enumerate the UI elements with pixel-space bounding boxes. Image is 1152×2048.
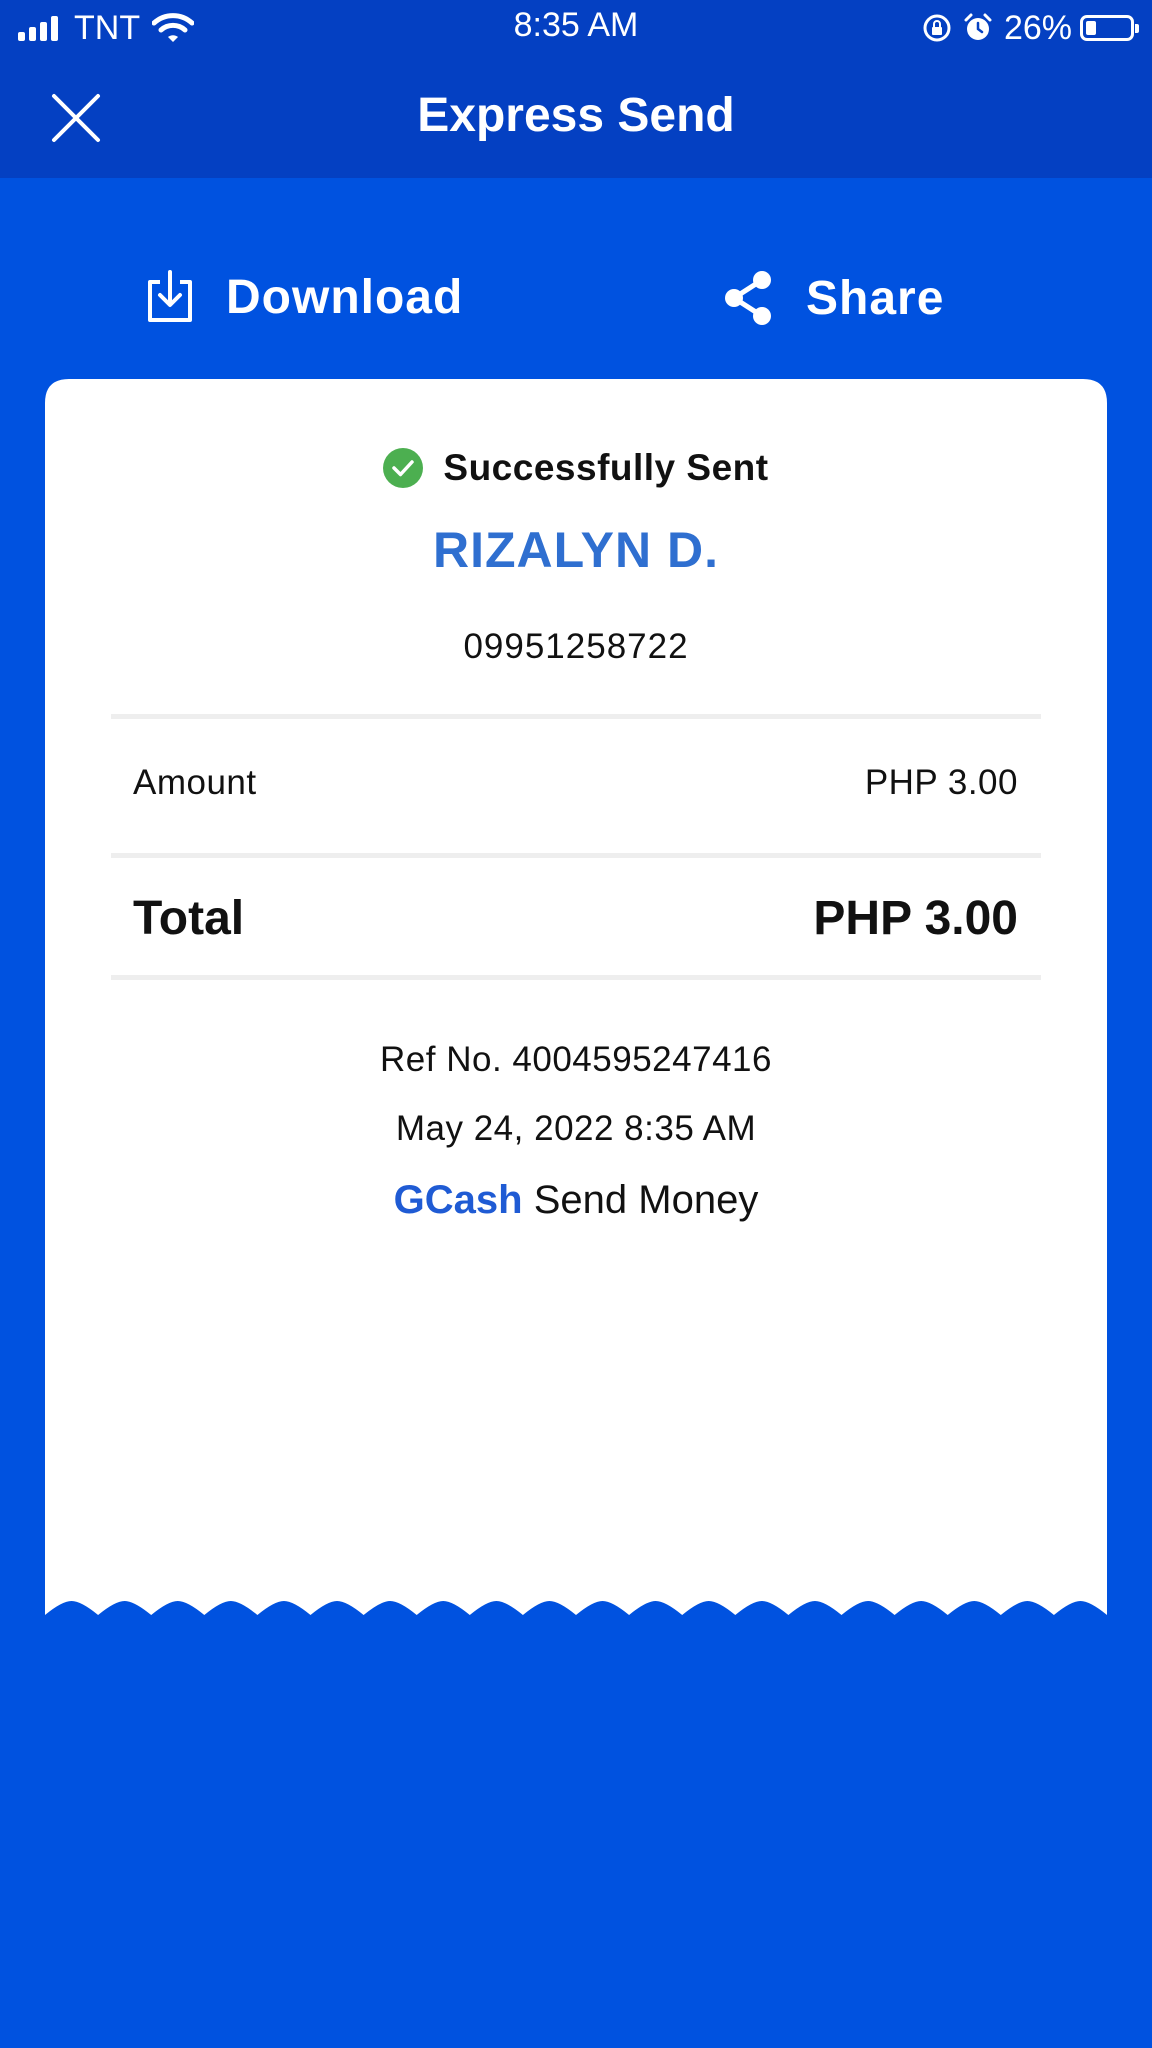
receipt-actions: Download Share (0, 250, 1152, 350)
battery-icon (1080, 15, 1139, 41)
top-bar: TNT 8:35 AM 26% Express Send (0, 0, 1152, 178)
share-icon (725, 271, 771, 325)
battery-percent: 26% (1003, 8, 1072, 47)
recipient-number: 09951258722 (463, 627, 689, 666)
gcash-brand: GCash (393, 1178, 523, 1222)
check-circle-icon (383, 448, 424, 488)
success-status: Successfully Sent (45, 447, 1107, 489)
download-button[interactable]: Download (142, 268, 463, 326)
share-label: Share (806, 271, 945, 325)
amount-label: Amount (133, 763, 257, 802)
download-icon (148, 270, 192, 322)
total-label: Total (133, 892, 245, 945)
receipt-card: Successfully Sent RIZALYN D. 09951258722… (45, 379, 1107, 1616)
amount-row: Amount PHP 3.00 (133, 763, 1018, 803)
share-button[interactable]: Share (720, 268, 944, 328)
download-label: Download (226, 270, 464, 324)
nav-bar: Express Send (0, 58, 1152, 178)
status-text: Successfully Sent (443, 447, 769, 488)
total-row: Total PHP 3.00 (133, 891, 1018, 946)
alarm-icon (964, 13, 992, 40)
transaction-datetime: May 24, 2022 8:35 AM (395, 1109, 757, 1148)
divider (111, 975, 1041, 980)
page-title: Express Send (417, 89, 735, 142)
service-line: GCash Send Money (45, 1178, 1107, 1223)
recipient-name: RIZALYN D. (433, 522, 719, 578)
amount-value: PHP 3.00 (864, 763, 1018, 802)
divider (111, 853, 1041, 858)
reference-number: Ref No. 4004595247416 (380, 1040, 772, 1079)
orientation-lock-icon (923, 14, 951, 42)
divider (111, 714, 1041, 719)
status-bar: TNT 8:35 AM 26% (0, 0, 1152, 58)
total-value: PHP 3.00 (813, 892, 1018, 945)
service-name: Send Money (533, 1178, 759, 1222)
